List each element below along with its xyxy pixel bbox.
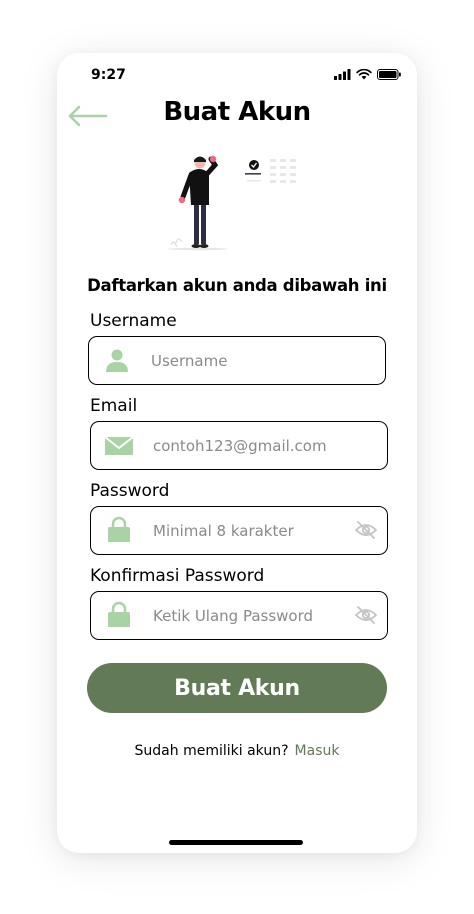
battery-icon: [377, 69, 401, 80]
confirm-password-field[interactable]: [90, 591, 388, 640]
password-field[interactable]: [90, 506, 388, 555]
home-indicator: [169, 840, 303, 845]
eye-off-icon[interactable]: [355, 520, 377, 540]
form-subtitle: Daftarkan akun anda dibawah ini: [87, 276, 387, 295]
status-icons: [334, 69, 401, 80]
login-prompt-text: Sudah memiliki akun?: [134, 743, 289, 759]
wifi-icon: [356, 69, 372, 80]
lock-icon: [108, 516, 130, 542]
login-prompt: Sudah memiliki akun? Masuk: [57, 743, 417, 759]
user-icon: [106, 349, 128, 372]
lock-icon: [108, 601, 130, 627]
status-time: 9:27: [91, 67, 126, 83]
page-title: Buat Akun: [163, 97, 311, 127]
create-account-button[interactable]: Buat Akun: [87, 663, 387, 713]
password-input[interactable]: [153, 507, 343, 554]
username-field[interactable]: [88, 336, 386, 385]
email-input[interactable]: [153, 422, 343, 469]
signup-illustration: [168, 155, 296, 251]
confirm-password-input[interactable]: [153, 592, 343, 639]
password-label: Password: [90, 481, 170, 501]
eye-off-icon[interactable]: [355, 605, 377, 625]
username-input[interactable]: [151, 337, 341, 384]
mail-icon: [105, 436, 133, 455]
confirm-password-label: Konfirmasi Password: [90, 566, 265, 586]
phone-screen: 9:27 Buat Akun Daftarkan akun anda dibaw…: [57, 53, 417, 853]
email-label: Email: [90, 396, 138, 416]
email-field[interactable]: [90, 421, 388, 470]
signal-icon: [334, 69, 351, 80]
username-label: Username: [90, 311, 177, 331]
login-link[interactable]: Masuk: [295, 743, 340, 759]
